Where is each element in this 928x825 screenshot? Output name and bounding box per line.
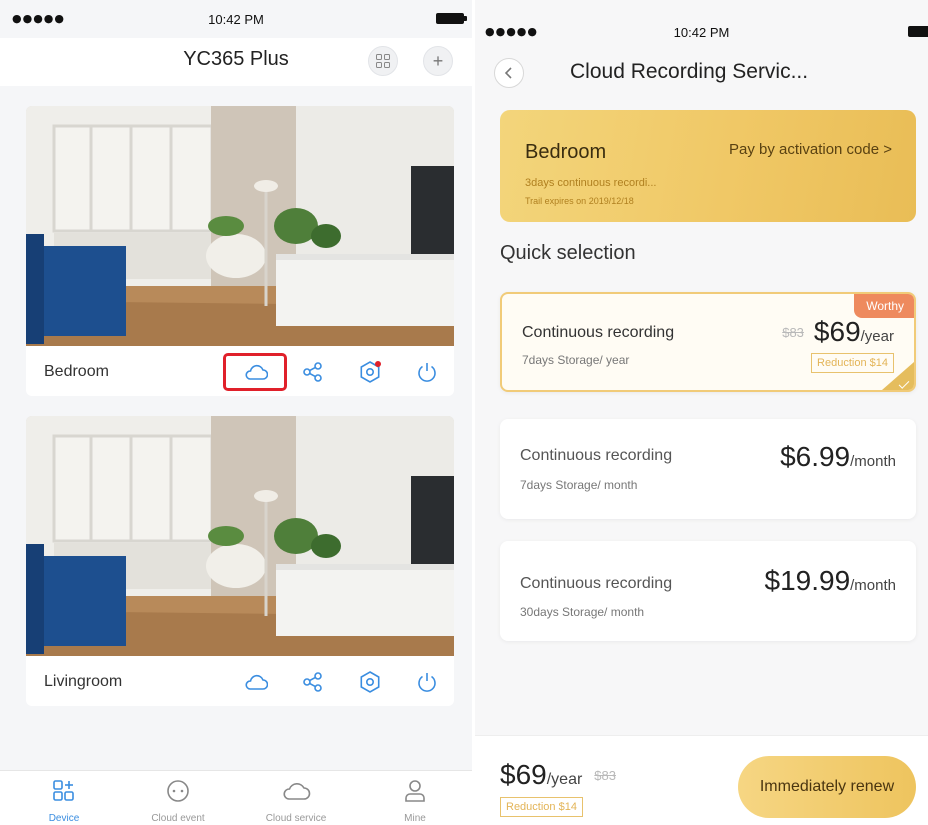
cloud-icon [251, 777, 341, 805]
immediately-renew-button[interactable]: Immediately renew [738, 756, 916, 818]
original-price: $83 [594, 768, 616, 783]
share-icon[interactable] [300, 359, 326, 385]
status-bar: ●●●●● 10:42 PM [0, 0, 472, 38]
price-unit: /month [850, 453, 896, 470]
reduction-badge: Reduction $14 [500, 797, 583, 817]
app-header: YC365 Plus + [0, 38, 472, 86]
grid-view-button[interactable] [368, 46, 398, 76]
share-icon[interactable] [300, 669, 326, 695]
plan-card-selected[interactable]: Worthy Continuous recording 7days Storag… [500, 292, 916, 392]
device-name: Livingroom [44, 673, 123, 690]
battery-icon [908, 26, 928, 37]
grid-icon [376, 54, 390, 68]
plan-name: Continuous recording [520, 575, 673, 592]
device-card-footer: Bedroom [26, 346, 454, 396]
tab-label: Mine [404, 813, 426, 824]
status-time: 10:42 PM [673, 25, 730, 40]
cloud-recording-screen: ●●●●● 10:42 PM Cloud Recording Servic...… [475, 0, 928, 825]
cloud-event-icon [133, 777, 223, 805]
price-value: $69 [500, 759, 547, 790]
battery-icon [436, 13, 467, 24]
device-card[interactable]: Bedroom [26, 106, 454, 396]
status-time: 10:42 PM [208, 12, 264, 27]
cloud-icon[interactable] [243, 359, 269, 385]
worthy-badge: Worthy [854, 294, 914, 318]
room-photo [26, 416, 454, 656]
add-device-button[interactable]: + [423, 46, 453, 76]
room-photo [26, 106, 454, 346]
settings-icon[interactable] [357, 359, 383, 385]
power-icon[interactable] [414, 359, 440, 385]
plan-storage: 7days Storage/ year [522, 353, 630, 367]
plan-card[interactable]: Continuous recording 7days Storage/ mont… [500, 419, 916, 519]
plus-icon: + [432, 50, 444, 71]
selected-corner [882, 362, 914, 390]
price-unit: /year [860, 328, 894, 345]
tab-bar: Device Cloud event Cloud service Mine [0, 770, 472, 825]
tab-cloud-service[interactable]: Cloud service [251, 777, 341, 824]
quick-selection-heading: Quick selection [500, 242, 636, 264]
checkout-bar: $69/year $83 Reduction $14 Immediately re… [475, 735, 928, 825]
plan-price: $6.99/month [780, 441, 896, 473]
price-unit: /year [546, 771, 583, 788]
banner-description: 3days continuous recordi... [525, 177, 657, 189]
user-icon [370, 777, 460, 805]
device-card-footer: Livingroom [26, 656, 454, 706]
status-bar: ●●●●● 10:42 PM [475, 0, 928, 40]
original-price: $83 [782, 325, 804, 340]
device-card[interactable]: Livingroom [26, 416, 454, 706]
device-banner: Bedroom Pay by activation code > 3days c… [500, 110, 916, 222]
banner-device-name: Bedroom [525, 141, 607, 163]
device-name: Bedroom [44, 363, 109, 380]
page-title: Cloud Recording Servic... [570, 60, 809, 83]
plan-name: Continuous recording [522, 324, 675, 341]
cloud-icon[interactable] [243, 669, 269, 695]
device-list-screen: ●●●●● 10:42 PM YC365 Plus + Bedroom Livi… [0, 0, 472, 825]
tab-label: Device [48, 813, 80, 824]
device-grid-icon [19, 777, 109, 805]
plan-price: $83 $69/year [782, 316, 894, 348]
trial-expiry: Trail expires on 2019/12/18 [525, 196, 634, 206]
plan-card[interactable]: Continuous recording 30days Storage/ mon… [500, 541, 916, 641]
chevron-left-icon [504, 67, 512, 79]
tab-device[interactable]: Device [19, 777, 109, 824]
price-value: $19.99 [764, 565, 851, 596]
tab-label: Cloud service [265, 813, 327, 824]
tab-label: Cloud event [151, 813, 205, 824]
plan-storage: 30days Storage/ month [520, 605, 645, 619]
power-icon[interactable] [414, 669, 440, 695]
back-button[interactable] [494, 58, 524, 88]
camera-preview[interactable] [26, 416, 454, 656]
pay-by-activation-code-link[interactable]: Pay by activation code > [729, 141, 892, 158]
price-unit: /month [850, 577, 896, 594]
tab-mine[interactable]: Mine [370, 777, 460, 824]
plan-name: Continuous recording [520, 447, 673, 464]
settings-icon[interactable] [357, 669, 383, 695]
price-value: $69 [813, 316, 861, 347]
app-title: YC365 Plus [183, 48, 289, 70]
camera-preview[interactable] [26, 106, 454, 346]
plan-price: $19.99/month [765, 565, 897, 597]
total-price: $69/year $83 [500, 759, 616, 791]
price-value: $6.99 [780, 441, 851, 472]
plan-storage: 7days Storage/ month [520, 478, 638, 492]
tab-cloud-event[interactable]: Cloud event [133, 777, 223, 824]
